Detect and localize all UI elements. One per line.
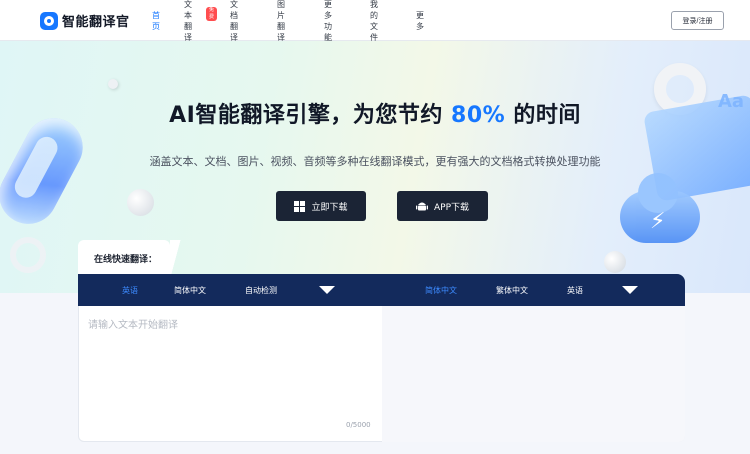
- source-lang-dropdown-icon[interactable]: [319, 286, 335, 294]
- source-lang-simplified-chinese[interactable]: 简体中文: [174, 274, 206, 306]
- target-lang-traditional-chinese[interactable]: 繁体中文: [496, 274, 528, 306]
- app-download-label: APP下载: [433, 202, 469, 213]
- quick-translate-label: 在线快速翻译：: [94, 255, 158, 265]
- decorative-ball: [108, 79, 118, 89]
- target-lang-english[interactable]: 英语: [567, 274, 583, 306]
- lightning-icon: ⚡: [650, 209, 666, 234]
- nav-item-my-files[interactable]: 我的文件: [370, 0, 378, 42]
- decorative-ball: [127, 189, 154, 216]
- translate-logo-icon: [40, 11, 58, 30]
- free-badge: 免费: [206, 7, 218, 21]
- character-count: 0/5000: [346, 421, 371, 429]
- source-lang-english[interactable]: 英语: [122, 274, 138, 306]
- app-download-button[interactable]: APP下载: [397, 191, 488, 221]
- decorative-spring-shape: [10, 237, 46, 273]
- nav-item-text-translate[interactable]: 文本翻译 免费: [184, 0, 218, 42]
- nav-item-home[interactable]: 首页: [152, 0, 160, 41]
- login-register-button[interactable]: 登录/注册: [671, 11, 724, 30]
- hero-subtitle: 涵盖文本、文档、图片、视频、音频等多种在线翻译模式，更有强大的文档格式转换处理功…: [149, 155, 601, 168]
- windows-icon: [294, 200, 306, 212]
- download-now-button[interactable]: 立即下载: [276, 191, 366, 221]
- top-navigation: 智能翻译官 首页 文本翻译 免费 文档翻译 图片翻译 更多功能 我的文件 更多 …: [0, 0, 750, 42]
- brand[interactable]: 智能翻译官: [40, 11, 130, 30]
- hero-title-suffix: 的时间: [513, 103, 581, 128]
- target-lang-simplified-chinese[interactable]: 简体中文: [425, 274, 457, 306]
- brand-name: 智能翻译官: [62, 15, 130, 30]
- download-now-label: 立即下载: [311, 202, 348, 213]
- source-lang-auto-detect[interactable]: 自动检测: [245, 274, 277, 306]
- nav-item-label: 文本翻译: [184, 0, 192, 42]
- nav-item-image-translate[interactable]: 图片翻译: [277, 0, 285, 42]
- translation-output-area: [382, 306, 685, 442]
- target-lang-dropdown-icon[interactable]: [622, 286, 638, 294]
- source-text-input[interactable]: [88, 316, 374, 416]
- android-icon: [415, 200, 428, 212]
- language-bar: 英语 简体中文 自动检测 简体中文 繁体中文 英语: [78, 274, 685, 306]
- decorative-ball: [604, 251, 626, 273]
- hero-title-prefix: AI智能翻译引擎，为您节约: [169, 103, 443, 128]
- nav-item-more[interactable]: 更多: [416, 0, 424, 41]
- hero-title: AI智能翻译引擎，为您节约 80% 的时间: [0, 97, 750, 129]
- nav-item-document-translate[interactable]: 文档翻译: [230, 0, 238, 42]
- hero-title-highlight: 80%: [451, 103, 506, 128]
- nav-item-more-features[interactable]: 更多功能: [324, 0, 332, 42]
